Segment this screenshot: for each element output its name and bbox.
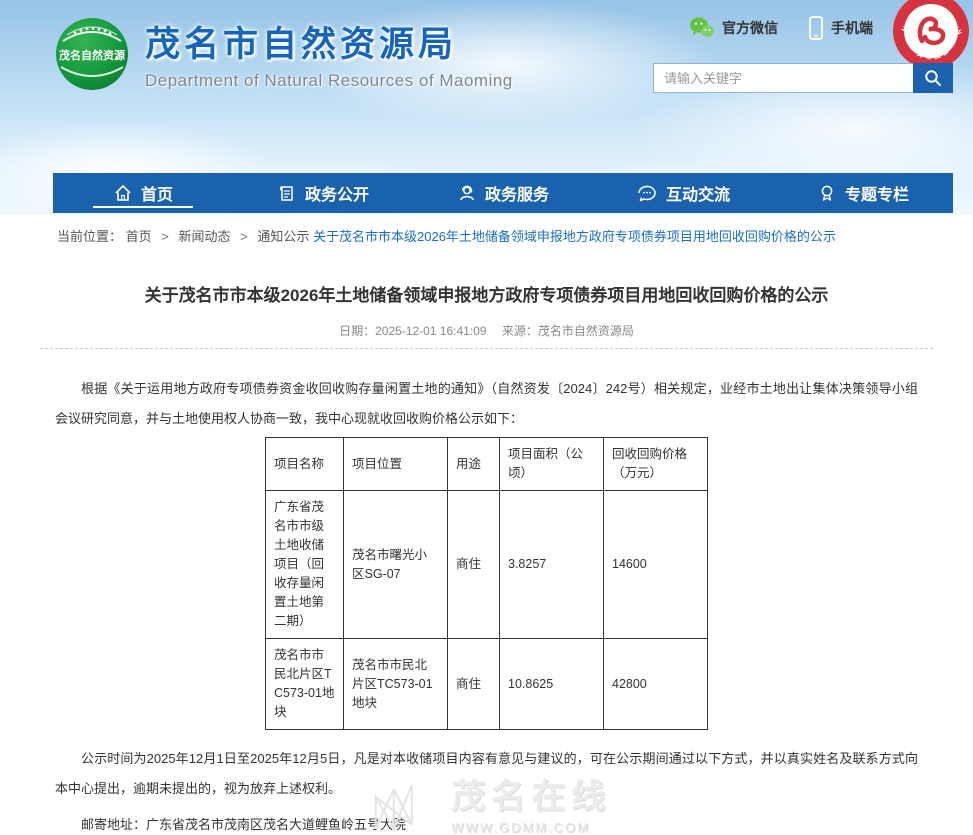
- cell-location: 茂名市市民北片区TC573-01地块: [344, 639, 448, 730]
- home-icon: [113, 183, 133, 203]
- search-button[interactable]: [913, 63, 953, 93]
- cell-project-name: 广东省茂名市市级土地收储项目（回收存量闲置土地第二期）: [266, 491, 344, 639]
- nav-label: 政务公开: [305, 181, 369, 205]
- nav-label: 首页: [141, 181, 173, 205]
- nav-item-special-topics[interactable]: 专题专栏: [773, 173, 953, 213]
- source-label: 来源：: [502, 324, 538, 338]
- cell-usage: 商住: [448, 639, 500, 730]
- nav-label: 互动交流: [666, 181, 730, 205]
- cell-area: 10.8625: [500, 639, 604, 730]
- col-header-price: 回收回购价格（万元）: [604, 438, 708, 491]
- wechat-label: 官方微信: [722, 18, 778, 38]
- cell-price: 14600: [604, 491, 708, 639]
- price-publicity-table: 项目名称 项目位置 用途 项目面积（公顷） 回收回购价格（万元） 广东省茂名市市…: [265, 437, 708, 730]
- brand-text: 茂名市自然资源局 Department of Natural Resources…: [145, 16, 513, 91]
- wechat-link[interactable]: 官方微信: [689, 16, 778, 40]
- globe-logo-text: 茂名自然资源: [59, 48, 125, 62]
- mobile-link[interactable]: 手机端: [808, 16, 873, 40]
- award-ribbon-icon: [817, 183, 837, 203]
- search-box: [653, 63, 953, 93]
- col-header-location: 项目位置: [344, 438, 448, 491]
- cell-area: 3.8257: [500, 491, 604, 639]
- breadcrumb-home[interactable]: 首页: [126, 229, 152, 244]
- article-paragraph-1: 根据《关于运用地方政府专项债券资金收回收购存量闲置土地的通知》（自然资发〔202…: [55, 374, 918, 434]
- document-scroll-icon: [277, 183, 297, 203]
- breadcrumb-separator: >: [161, 229, 169, 244]
- article-meta: 日期：2025-12-01 16:41:09 来源：茂名市自然资源局: [0, 322, 973, 339]
- header-banner: 茂名自然资源 茂名市自然资源局 Department of Natural Re…: [0, 0, 973, 215]
- wechat-icon: [689, 16, 715, 40]
- breadcrumb-notices[interactable]: 通知公示: [257, 229, 309, 244]
- cell-project-name: 茂名市市民北片区TC573-01地块: [266, 639, 344, 730]
- date-label: 日期：: [339, 324, 375, 338]
- table-row: 广东省茂名市市级土地收储项目（回收存量闲置土地第二期） 茂名市曙光小区SG-07…: [266, 491, 708, 639]
- table-row: 茂名市市民北片区TC573-01地块 茂名市市民北片区TC573-01地块 商住…: [266, 639, 708, 730]
- article-paragraph-2: 公示时间为2025年12月1日至2025年12月5日，凡是对本收储项目内容有意见…: [55, 744, 918, 804]
- cell-price: 42800: [604, 639, 708, 730]
- cell-location: 茂名市曙光小区SG-07: [344, 491, 448, 639]
- nav-active-underline: [93, 206, 193, 208]
- breadcrumb-current-page[interactable]: 关于茂名市市本级2026年土地储备领域申报地方政府专项债券项目用地回收回购价格的…: [313, 229, 836, 244]
- article-source: 茂名市自然资源局: [538, 324, 634, 338]
- col-header-project-name: 项目名称: [266, 438, 344, 491]
- article-date: 2025-12-01 16:41:09: [375, 324, 486, 338]
- service-agent-icon: [457, 183, 477, 203]
- search-icon: [924, 69, 942, 87]
- haoxin-maoming-seal-icon: HAOXIN MAOMING 好心茂名: [892, 0, 970, 70]
- site-subtitle: Department of Natural Resources of Maomi…: [145, 71, 513, 91]
- cell-usage: 商住: [448, 491, 500, 639]
- article-title: 关于茂名市市本级2026年土地储备领域申报地方政府专项债券项目用地回收回购价格的…: [0, 281, 973, 306]
- bureau-globe-logo-icon: 茂名自然资源: [55, 17, 129, 91]
- nav-item-gov-disclosure[interactable]: 政务公开: [233, 173, 413, 213]
- nav-item-home[interactable]: 首页: [53, 173, 233, 213]
- breadcrumb-news[interactable]: 新闻动态: [179, 229, 231, 244]
- nav-item-interaction[interactable]: 互动交流: [593, 173, 773, 213]
- breadcrumb-separator: >: [240, 229, 248, 244]
- page: 茂名自然资源 茂名市自然资源局 Department of Natural Re…: [0, 0, 973, 835]
- table-header-row: 项目名称 项目位置 用途 项目面积（公顷） 回收回购价格（万元）: [266, 438, 708, 491]
- nav-label: 专题专栏: [845, 181, 909, 205]
- chat-bubble-icon: [636, 183, 658, 203]
- topbar-links: 官方微信 手机端: [689, 16, 873, 40]
- col-header-area: 项目面积（公顷）: [500, 438, 604, 491]
- breadcrumb: 当前位置： 首页 > 新闻动态 > 通知公示 关于茂名市市本级2026年土地储备…: [0, 215, 973, 245]
- dashed-divider: [40, 348, 933, 349]
- mobile-phone-icon: [808, 16, 824, 40]
- site-brand: 茂名自然资源 茂名市自然资源局 Department of Natural Re…: [55, 16, 513, 91]
- main-nav: 首页 政务公开 政务服务: [53, 173, 953, 213]
- nav-label: 政务服务: [485, 181, 549, 205]
- mail-address-line: 邮寄地址：广东省茂名市茂南区茂名大道鲤鱼岭五号大院: [55, 810, 918, 835]
- search-input[interactable]: [653, 63, 913, 93]
- site-title: 茂名市自然资源局: [145, 16, 513, 67]
- mobile-label: 手机端: [831, 18, 873, 38]
- col-header-usage: 用途: [448, 438, 500, 491]
- nav-item-gov-services[interactable]: 政务服务: [413, 173, 593, 213]
- breadcrumb-label: 当前位置：: [57, 229, 122, 244]
